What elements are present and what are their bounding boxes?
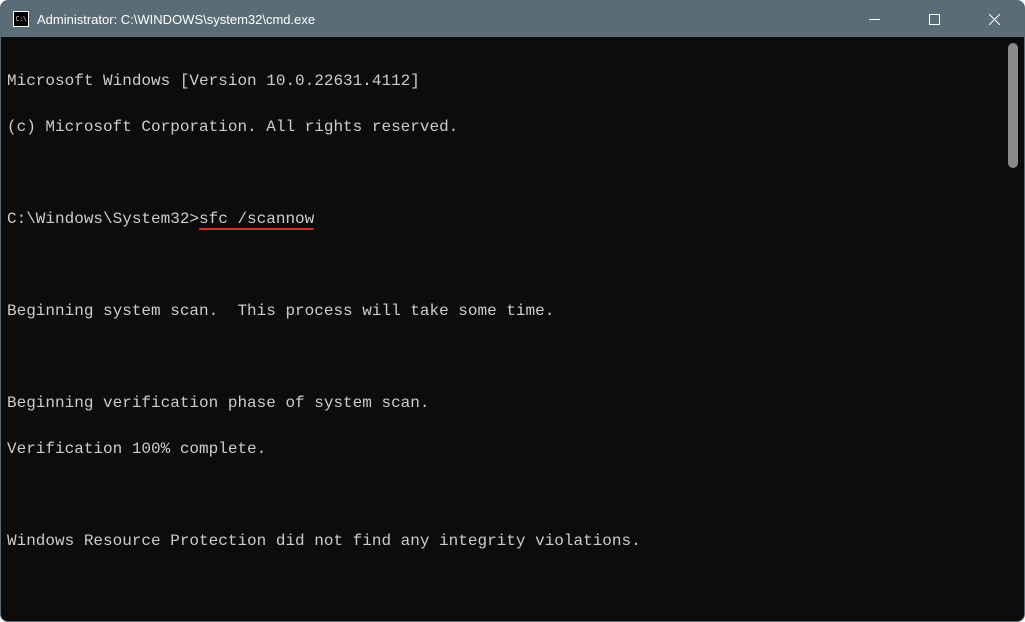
close-button[interactable]	[964, 1, 1024, 37]
window-controls	[844, 1, 1024, 37]
blank-line	[7, 484, 1006, 507]
window-title: Administrator: C:\WINDOWS\system32\cmd.e…	[37, 12, 844, 27]
maximize-button[interactable]	[904, 1, 964, 37]
scrollbar-track[interactable]	[1006, 43, 1020, 622]
blank-line	[7, 346, 1006, 369]
prompt-line: C:\Windows\System32>sfc /scannow	[7, 208, 1006, 231]
cmd-icon: C:\	[13, 11, 29, 27]
cmd-window: C:\ Administrator: C:\WINDOWS\system32\c…	[0, 0, 1025, 622]
command-text: sfc /scannow	[199, 210, 314, 228]
scrollbar[interactable]	[1006, 43, 1020, 622]
minimize-button[interactable]	[844, 1, 904, 37]
terminal-area: Microsoft Windows [Version 10.0.22631.41…	[1, 37, 1024, 622]
scrollbar-thumb[interactable]	[1008, 43, 1018, 168]
output-line: Verification 100% complete.	[7, 438, 1006, 461]
output-line: Microsoft Windows [Version 10.0.22631.41…	[7, 70, 1006, 93]
blank-line	[7, 162, 1006, 185]
terminal-output[interactable]: Microsoft Windows [Version 10.0.22631.41…	[7, 43, 1006, 622]
titlebar[interactable]: C:\ Administrator: C:\WINDOWS\system32\c…	[1, 1, 1024, 37]
blank-line	[7, 576, 1006, 599]
output-line: (c) Microsoft Corporation. All rights re…	[7, 116, 1006, 139]
prompt-path: C:\Windows\System32>	[7, 210, 199, 228]
output-line: Windows Resource Protection did not find…	[7, 530, 1006, 553]
output-line: Beginning verification phase of system s…	[7, 392, 1006, 415]
output-line: Beginning system scan. This process will…	[7, 300, 1006, 323]
blank-line	[7, 254, 1006, 277]
